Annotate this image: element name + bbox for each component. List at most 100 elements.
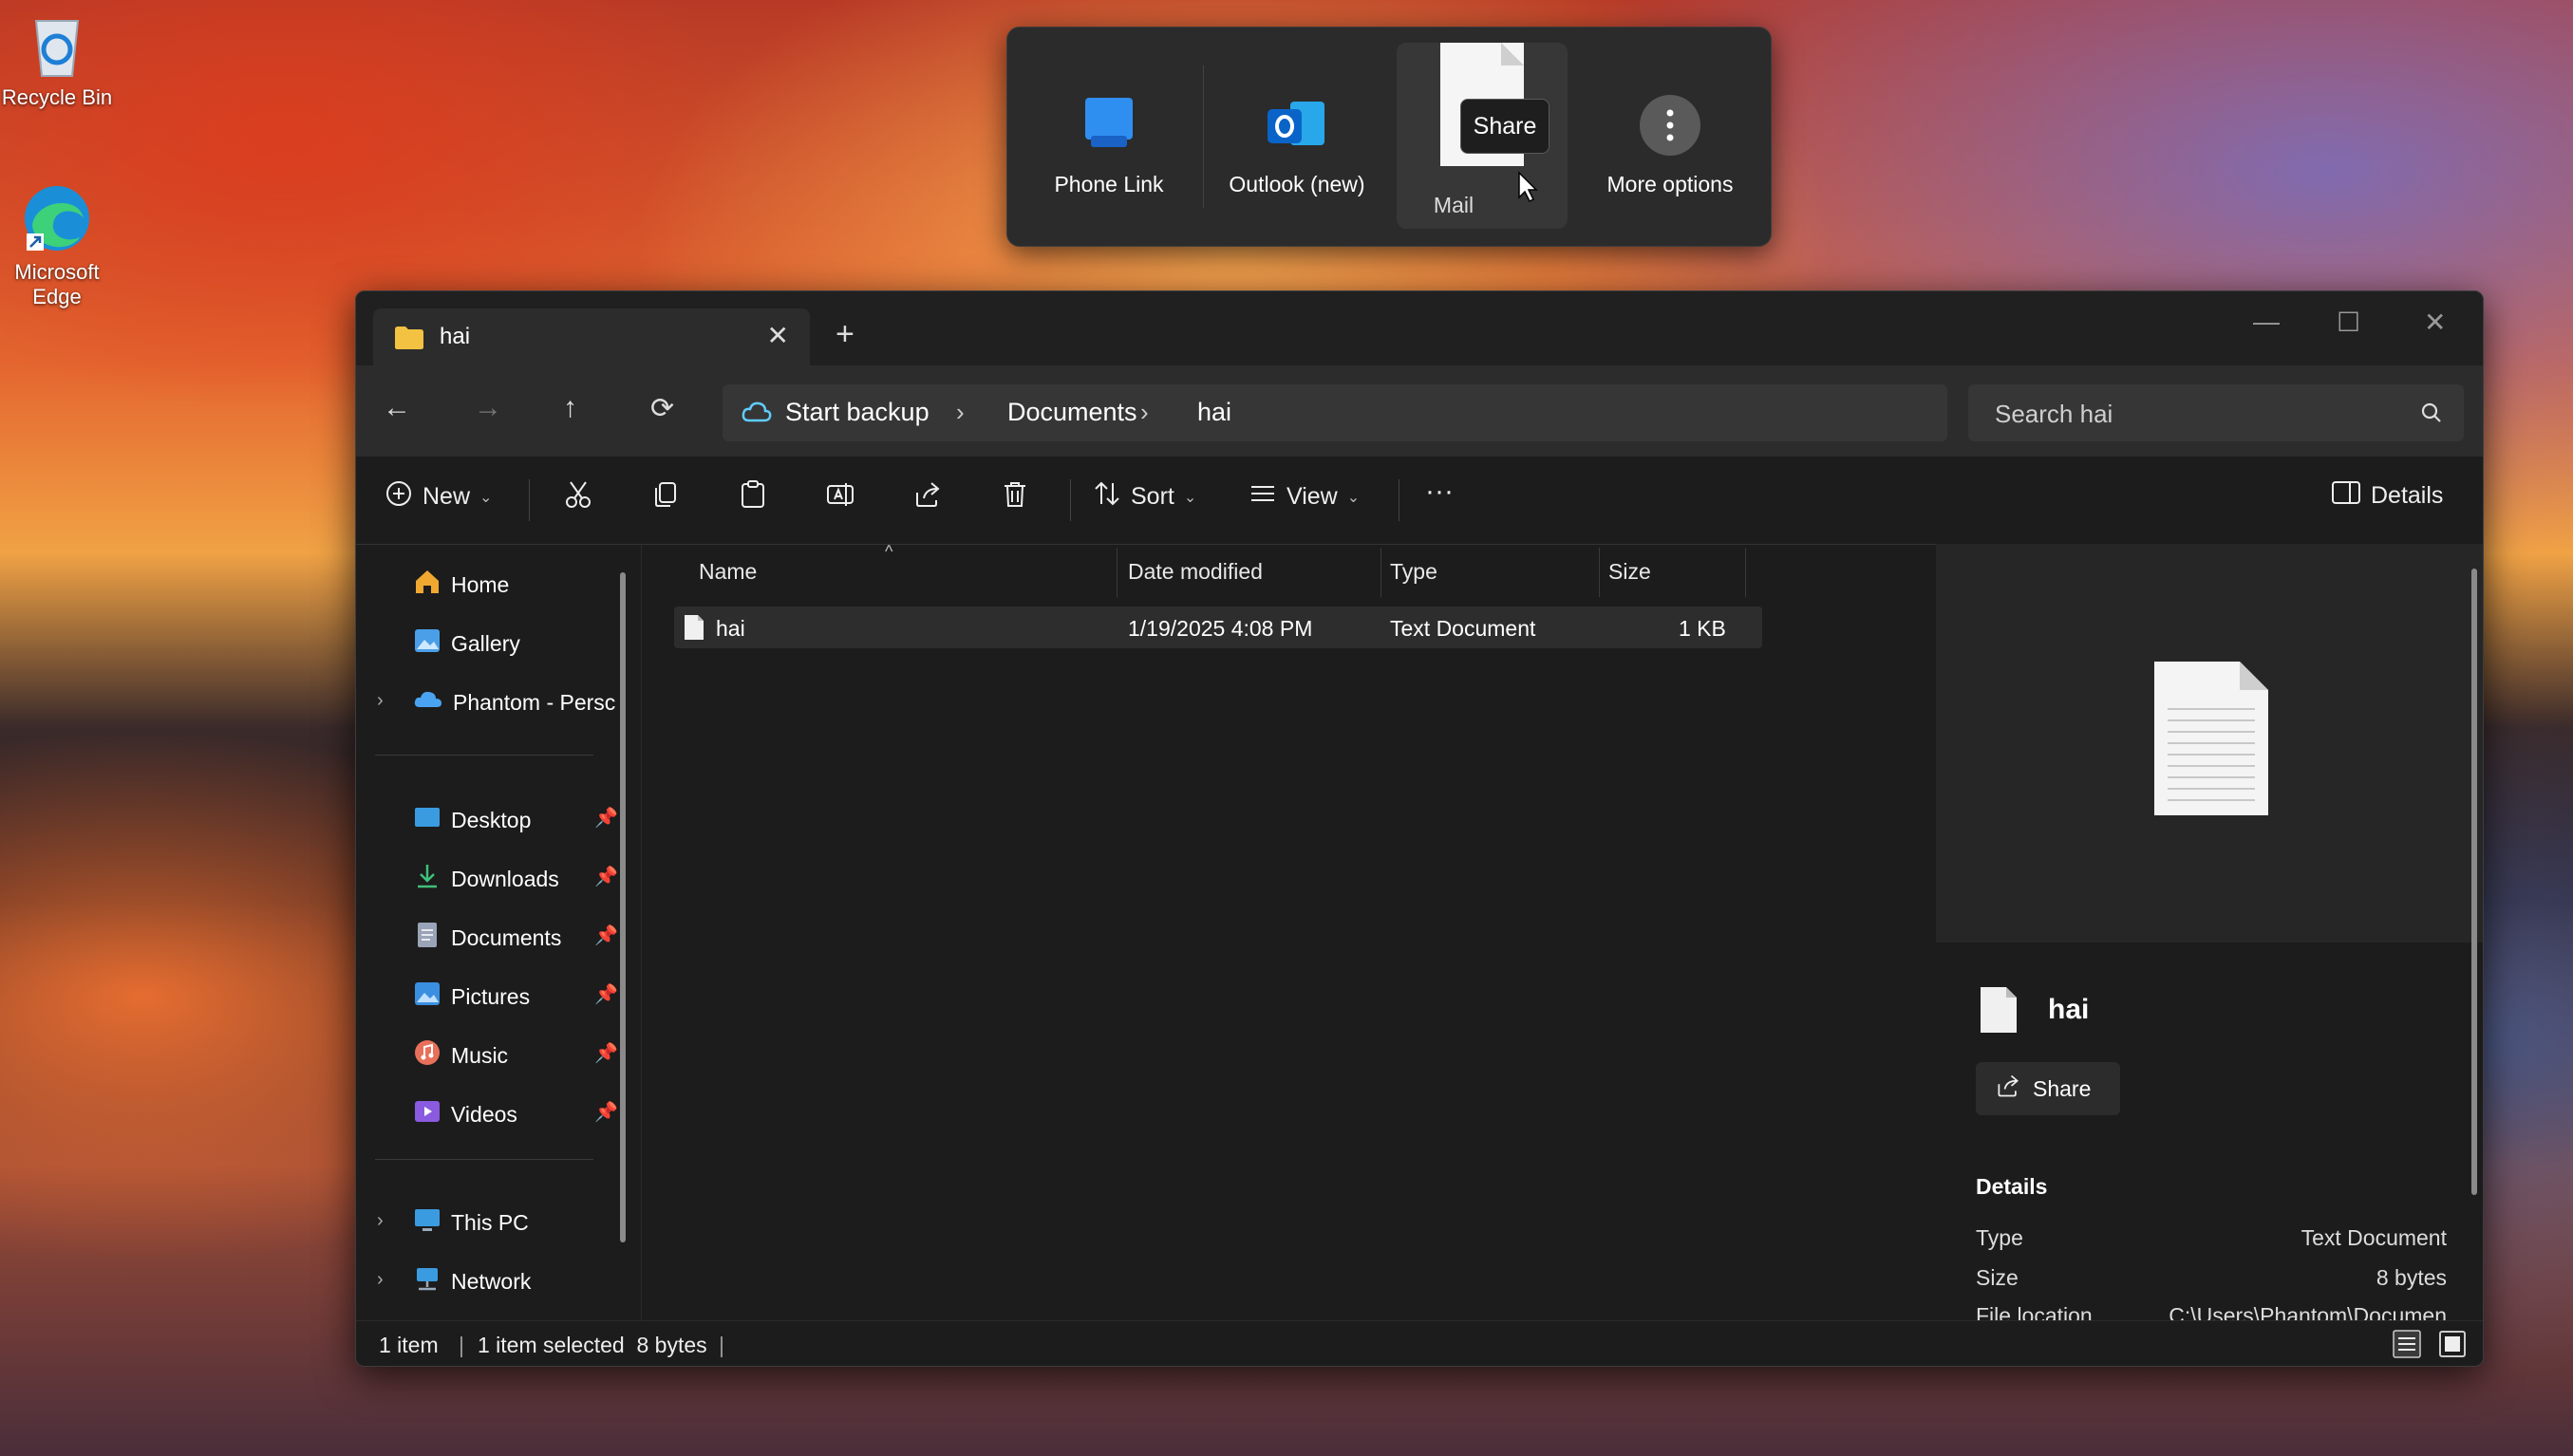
tab-title: hai (440, 324, 471, 349)
search-box[interactable]: Search hai (1968, 384, 2464, 441)
close-tab-icon[interactable]: ✕ (767, 320, 789, 351)
sidebar-item-label: Desktop (451, 807, 532, 832)
prop-value-type: Text Document (2301, 1225, 2447, 1250)
edge-icon (21, 182, 93, 254)
documents-icon (413, 921, 441, 955)
sort-icon (1093, 479, 1121, 514)
share-popup: Phone Link Outlook (new) Mail More optio… (1006, 27, 1772, 247)
details-view-icon[interactable] (2392, 1329, 2422, 1365)
pin-icon[interactable]: 📌 (594, 924, 618, 947)
view-button[interactable]: View ⌄ (1249, 479, 1360, 514)
sidebar-item-downloads[interactable]: Downloads 📌 (413, 855, 631, 903)
chevron-down-icon: ⌄ (1346, 489, 1361, 506)
maximize-icon[interactable]: ☐ (2337, 307, 2360, 338)
share-target-label: More options (1606, 172, 1734, 196)
back-icon[interactable]: ← (383, 392, 411, 424)
details-label: Details (2371, 482, 2444, 509)
up-icon[interactable]: ↑ (563, 392, 577, 424)
breadcrumb[interactable]: Start backup › Documents › hai (723, 384, 1947, 441)
pin-icon[interactable]: 📌 (594, 806, 618, 830)
new-tab-button[interactable]: + (836, 318, 855, 350)
share-target-label: Phone Link (1054, 172, 1164, 196)
sort-button[interactable]: Sort ⌄ (1093, 479, 1196, 514)
sidebar-divider (375, 1159, 593, 1160)
rename-icon[interactable] (825, 479, 855, 510)
sidebar-item-pictures[interactable]: Pictures 📌 (413, 973, 631, 1020)
sidebar-item-label: Phantom - Persc (453, 689, 616, 715)
share-target-more-options[interactable]: More options (1577, 28, 1763, 246)
breadcrumb-hai[interactable]: hai (1197, 398, 1231, 427)
sidebar-item-onedrive[interactable]: Phantom - Persc (413, 679, 631, 726)
details-scrollbar[interactable] (2471, 569, 2477, 1195)
tiles-view-icon[interactable] (2437, 1329, 2468, 1365)
sidebar-item-home[interactable]: Home (413, 561, 631, 608)
column-header-size[interactable]: Size (1608, 559, 1651, 585)
column-header-name[interactable]: Name (699, 559, 757, 585)
this-pc-icon (413, 1205, 441, 1240)
new-button[interactable]: New ⌄ (385, 479, 492, 514)
search-icon (2420, 401, 2443, 429)
chevron-right-icon[interactable]: › (377, 1269, 384, 1291)
pin-icon[interactable]: 📌 (594, 1041, 618, 1065)
breadcrumb-start-backup[interactable]: Start backup (785, 398, 930, 427)
status-item-count: 1 item (379, 1333, 439, 1357)
delete-icon[interactable] (1000, 479, 1030, 510)
copy-icon[interactable] (650, 479, 681, 510)
mouse-cursor-icon (1517, 171, 1538, 208)
prop-value-file-location: C:\Users\Phantom\Documen (2169, 1303, 2447, 1320)
sort-indicator-icon: ^ (885, 542, 893, 561)
sidebar-item-music[interactable]: Music 📌 (413, 1032, 631, 1079)
share-target-label: Outlook (new) (1229, 172, 1365, 196)
document-preview-icon (2152, 660, 2270, 822)
pin-icon[interactable]: 📌 (594, 1100, 618, 1124)
breadcrumb-documents[interactable]: Documents (1007, 398, 1137, 427)
sidebar-scrollbar[interactable] (620, 572, 626, 1242)
pin-icon[interactable]: 📌 (594, 982, 618, 1006)
share-target-outlook[interactable]: Outlook (new) (1207, 28, 1387, 246)
preview-filename: hai (2048, 994, 2090, 1025)
paste-icon[interactable] (738, 479, 768, 510)
desktop-icon-recycle-bin[interactable]: Recycle Bin (0, 8, 114, 110)
column-header-type[interactable]: Type (1390, 559, 1437, 585)
chevron-right-icon[interactable]: › (377, 1210, 384, 1232)
sidebar-item-documents[interactable]: Documents 📌 (413, 914, 631, 961)
share-icon[interactable] (912, 479, 943, 510)
tab-hai[interactable]: hai ✕ (373, 308, 810, 365)
sidebar-item-videos[interactable]: Videos 📌 (413, 1091, 631, 1138)
sidebar-item-this-pc[interactable]: This PC (413, 1199, 631, 1246)
refresh-icon[interactable]: ⟳ (650, 392, 674, 425)
sidebar-item-label: This PC (451, 1209, 529, 1235)
title-bar: hai ✕ + — ☐ ✕ (356, 291, 2483, 365)
status-bar: 1 item | 1 item selected 8 bytes | (356, 1320, 2483, 1366)
more-options-icon (1637, 92, 1703, 159)
minimize-icon[interactable]: — (2253, 307, 2280, 337)
details-heading: Details (1976, 1174, 2048, 1199)
sidebar-item-desktop[interactable]: Desktop 📌 (413, 796, 631, 844)
details-pane-button[interactable]: Details (2331, 479, 2443, 513)
sidebar-divider (375, 755, 593, 756)
close-window-icon[interactable]: ✕ (2424, 307, 2446, 338)
preview-area (1936, 544, 2483, 943)
share-target-phone-link[interactable]: Phone Link (1019, 28, 1199, 246)
table-row[interactable]: hai 1/19/2025 4:08 PM Text Document 1 KB (674, 607, 1762, 648)
status-separator: | (459, 1333, 464, 1357)
sidebar-item-gallery[interactable]: Gallery (413, 620, 631, 667)
share-tooltip: Share (1460, 99, 1549, 154)
sidebar-item-label: Pictures (451, 983, 531, 1009)
column-divider (1745, 548, 1746, 597)
cut-icon[interactable] (563, 479, 593, 510)
pin-icon[interactable]: 📌 (594, 865, 618, 888)
preview-share-button[interactable]: Share (1976, 1062, 2120, 1115)
command-bar: New ⌄ Sort ⌄ View ⌄ ··· Details (356, 457, 2483, 545)
column-header-date-modified[interactable]: Date modified (1128, 559, 1263, 585)
desktop-icon (413, 803, 441, 837)
home-icon (413, 568, 441, 602)
search-input[interactable]: Search hai (1995, 400, 2113, 429)
file-type: Text Document (1390, 616, 1536, 641)
details-pane-icon (2331, 479, 2361, 513)
sidebar-item-network[interactable]: Network (413, 1258, 631, 1305)
chevron-right-icon[interactable]: › (377, 690, 384, 712)
desktop-icon-microsoft-edge[interactable]: Microsoft Edge (0, 182, 114, 309)
more-icon[interactable]: ··· (1425, 476, 1454, 508)
forward-icon[interactable]: → (474, 392, 502, 424)
